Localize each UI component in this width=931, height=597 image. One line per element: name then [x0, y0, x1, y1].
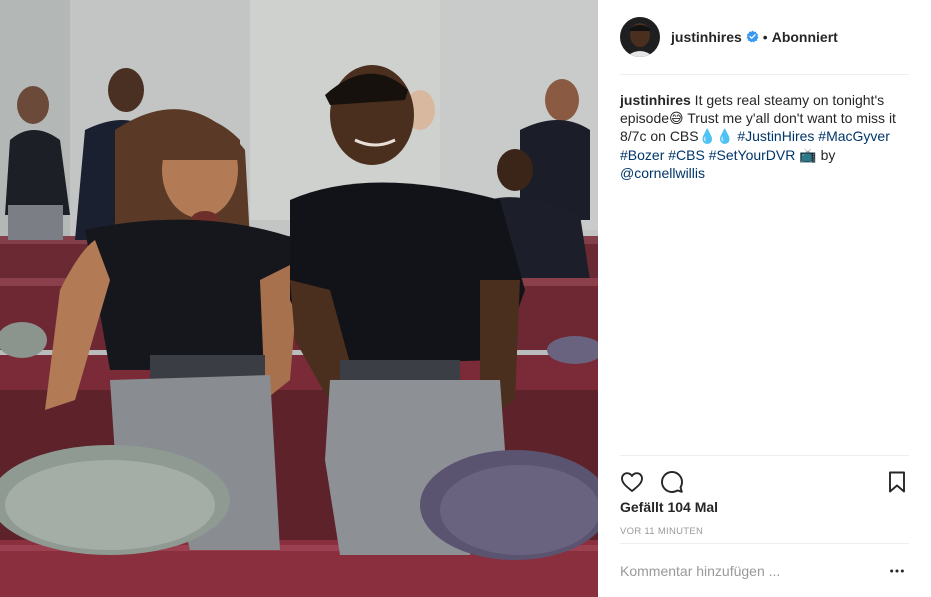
- hashtag-setyourdvr[interactable]: #SetYourDVR: [709, 147, 796, 163]
- follow-status-button[interactable]: Abonniert: [772, 29, 838, 45]
- caption-username[interactable]: justinhires: [620, 92, 691, 108]
- hashtag-bozer[interactable]: #Bozer: [620, 147, 664, 163]
- hashtag-justinhires[interactable]: #JustinHires: [737, 128, 814, 144]
- post-caption: justinhires It gets real steamy on tonig…: [620, 91, 909, 182]
- post-sidebar: justinhires • Abonniert justinhires It g…: [598, 0, 931, 597]
- caption-text-credit: 📺 by: [795, 146, 836, 163]
- post-photo[interactable]: [0, 0, 598, 597]
- photo-illustration: [0, 0, 598, 597]
- comment-bar: [620, 543, 909, 597]
- verified-badge-icon: [746, 30, 759, 43]
- more-options-icon[interactable]: [885, 559, 909, 583]
- header-separator: •: [762, 28, 768, 45]
- bookmark-icon[interactable]: [885, 470, 909, 494]
- post-actions: [620, 456, 909, 500]
- comment-icon[interactable]: [660, 470, 684, 494]
- avatar-image: [620, 16, 660, 57]
- hashtag-cbs[interactable]: #CBS: [668, 147, 705, 163]
- profile-avatar[interactable]: [620, 16, 660, 57]
- like-count[interactable]: Gefällt 104 Mal: [620, 499, 718, 515]
- heart-icon[interactable]: [620, 470, 644, 494]
- mention-cornellwillis[interactable]: @cornellwillis: [620, 165, 705, 181]
- instagram-post: justinhires • Abonniert justinhires It g…: [0, 0, 931, 597]
- actions-bar: [620, 455, 909, 500]
- comment-input[interactable]: [620, 562, 885, 579]
- post-timestamp: VOR 11 MINUTEN: [620, 526, 704, 537]
- more-dots-glyph: [890, 568, 904, 573]
- post-header: justinhires • Abonniert: [620, 16, 909, 75]
- header-username[interactable]: justinhires: [671, 29, 742, 45]
- hashtag-macgyver[interactable]: #MacGyver: [818, 128, 890, 144]
